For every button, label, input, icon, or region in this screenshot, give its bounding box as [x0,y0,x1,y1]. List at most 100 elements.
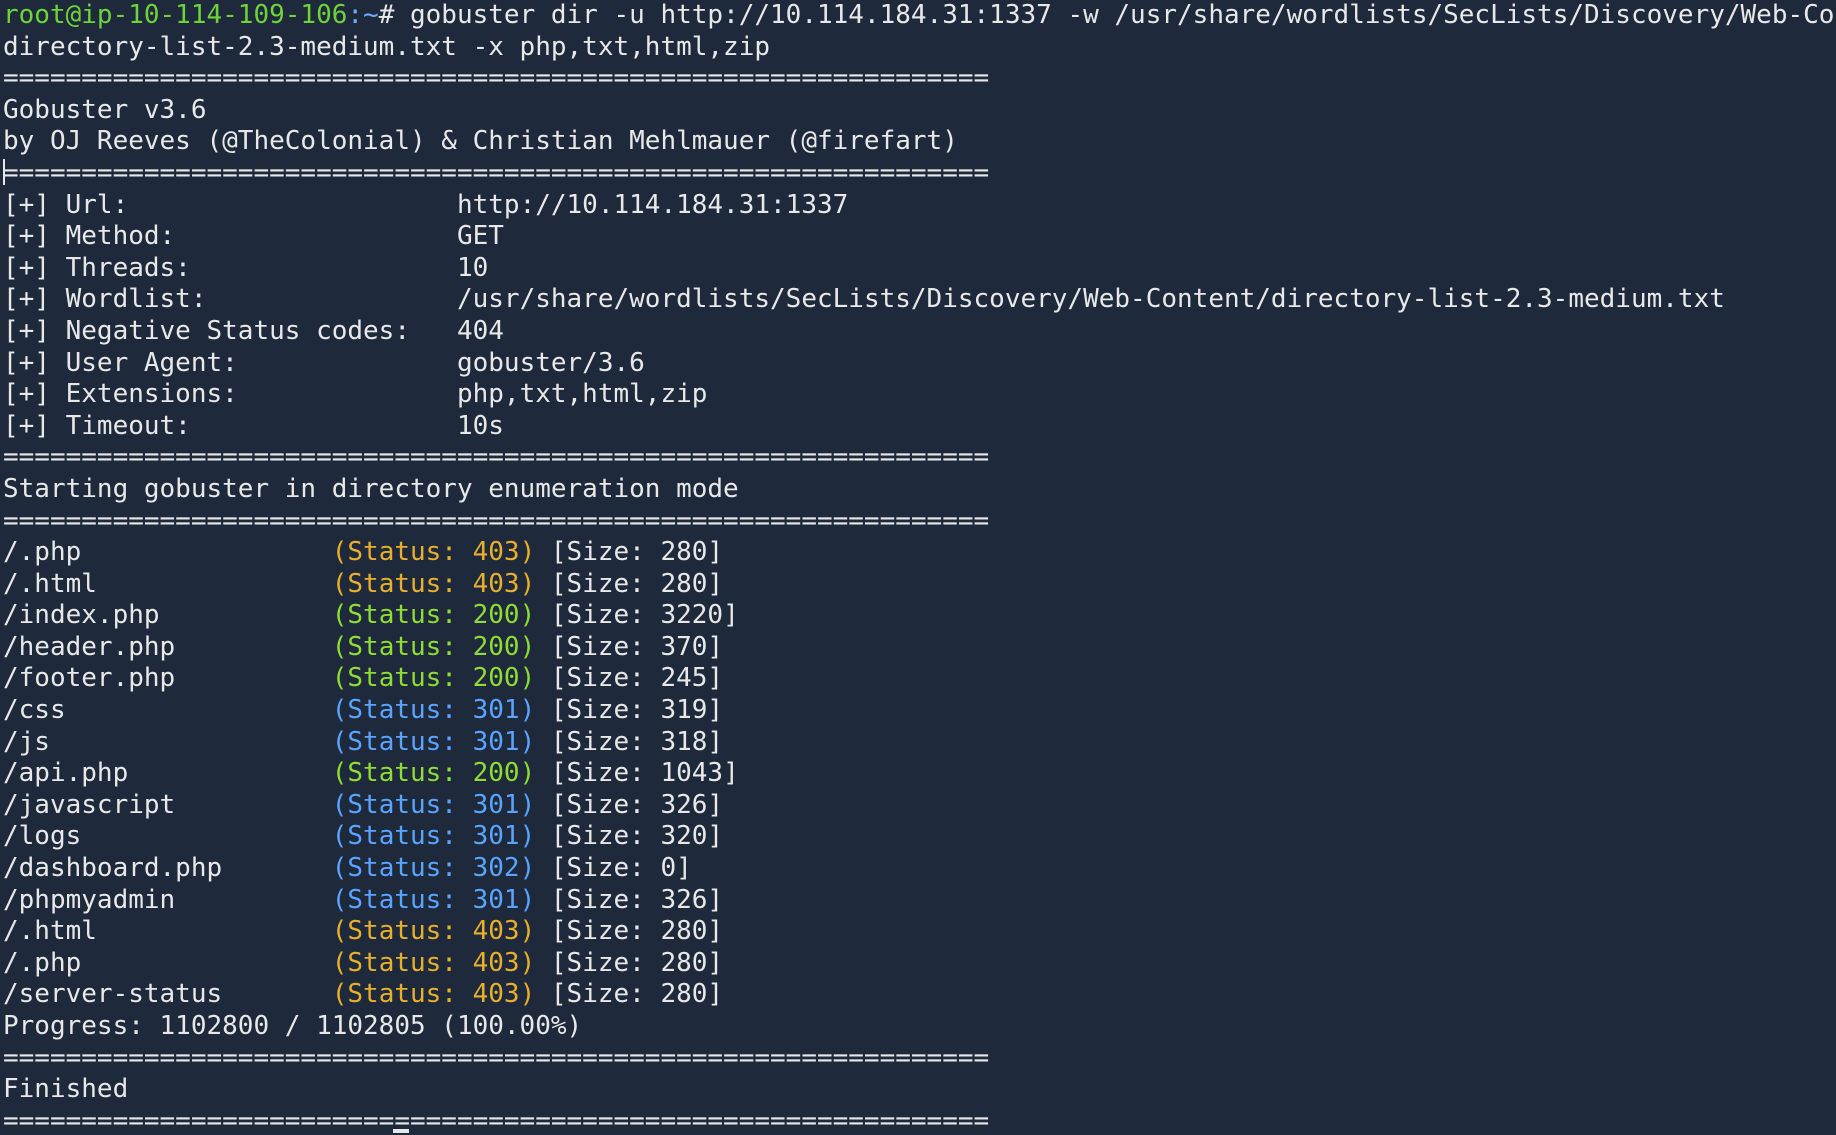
result-status: (Status: 301) [331,789,536,820]
config-value: 10s [456,410,504,441]
result-size: [Size: 326] [535,884,724,915]
config-key: [+] Threads: [3,252,457,283]
command-line: root@ip-10-114-109-106:~# gobuster dir -… [3,0,1836,32]
result-path: /api.php [3,758,332,789]
result-path: /.php [3,947,332,978]
result-status: (Status: 200) [331,631,536,662]
result-status: (Status: 200) [331,663,536,694]
config-row: [+] Method: GET [3,221,1836,253]
separator: ========================================… [3,1105,990,1135]
result-size: [Size: 280] [535,947,724,978]
result-path: /css [3,695,332,726]
result-size: [Size: 318] [535,726,724,757]
finished-message: Finished [3,1074,129,1105]
result-row: /server-status (Status: 403) [Size: 280] [3,979,1836,1011]
result-size: [Size: 280] [535,568,724,599]
progress-line: Progress: 1102800 / 1102805 (100.00%) [3,1011,583,1041]
separator: ========================================… [3,63,990,94]
result-path: /.php [3,537,332,568]
result-row: /api.php (Status: 200) [Size: 1043] [3,758,1836,790]
result-path: /.html [3,568,332,599]
result-status: (Status: 403) [331,537,536,568]
result-status: (Status: 301) [331,884,536,915]
banner-version: Gobuster v3.6 [3,94,207,125]
results-list: /.php (Status: 403) [Size: 280]/.html (S… [3,537,1836,1011]
config-row: [+] Negative Status codes: 404 [3,316,1836,348]
result-path: /logs [3,821,332,852]
result-row: /css (Status: 301) [Size: 319] [3,695,1836,727]
config-block: [+] Url: http://10.114.184.31:1337 [+] Me… [3,190,1836,443]
config-value: GET [456,221,504,252]
prompt-user-host: root@ip-10-114-109-106 [3,0,348,30]
result-size: [Size: 280] [535,916,724,947]
result-status: (Status: 302) [331,853,536,884]
result-path: /.html [3,916,332,947]
banner-authors: by OJ Reeves (@TheColonial) & Christian … [3,126,958,157]
result-path: /header.php [3,631,332,662]
result-row: /.php (Status: 403) [Size: 280] [3,537,1836,569]
command-line-wrap: directory-list-2.3-medium.txt -x php,txt… [3,31,771,62]
config-value: gobuster/3.6 [456,347,645,378]
result-path: /javascript [3,789,332,820]
result-row: /header.php (Status: 200) [Size: 370] [3,632,1836,664]
result-size: [Size: 245] [535,663,724,694]
config-value: /usr/share/wordlists/SecLists/Discovery/… [456,284,1725,315]
separator: ========================================… [3,505,990,536]
result-size: [Size: 320] [535,821,724,852]
result-path: /js [3,726,332,757]
config-value: http://10.114.184.31:1337 [456,189,849,220]
result-status: (Status: 301) [331,695,536,726]
result-size: [Size: 326] [535,789,724,820]
config-row: [+] Extensions: php,txt,html,zip [3,379,1836,411]
separator: ========================================… [3,158,1836,190]
result-size: [Size: 370] [535,631,724,662]
prompt-symbol: # [378,0,410,30]
result-row: /dashboard.php (Status: 302) [Size: 0] [3,853,1836,885]
result-row: /js (Status: 301) [Size: 318] [3,727,1836,759]
config-key: [+] Method: [3,221,457,252]
result-status: (Status: 200) [331,758,536,789]
result-status: (Status: 403) [331,568,536,599]
result-status: (Status: 403) [331,979,536,1010]
config-value: php,txt,html,zip [456,379,708,410]
result-path: /dashboard.php [3,853,332,884]
result-status: (Status: 403) [331,947,536,978]
result-row: /logs (Status: 301) [Size: 320] [3,821,1836,853]
config-row: [+] Wordlist: /usr/share/wordlists/SecLi… [3,284,1836,316]
command-text: gobuster dir -u http://10.114.184.31:133… [410,0,1836,30]
block-cursor [393,1129,409,1133]
result-status: (Status: 301) [331,821,536,852]
result-size: [Size: 280] [535,537,724,568]
config-value: 404 [456,315,504,346]
config-key: [+] User Agent: [3,347,457,378]
separator-text: ========================================… [3,157,990,188]
result-row: /javascript (Status: 301) [Size: 326] [3,790,1836,822]
start-message: Starting gobuster in directory enumerati… [3,473,739,504]
result-size: [Size: 280] [535,979,724,1010]
prompt-path: :~ [347,0,379,30]
config-row: [+] Threads: 10 [3,253,1836,285]
result-row: /footer.php (Status: 200) [Size: 245] [3,663,1836,695]
config-row: [+] Url: http://10.114.184.31:1337 [3,190,1836,222]
result-row: /.html (Status: 403) [Size: 280] [3,569,1836,601]
result-path: /server-status [3,979,332,1010]
config-key: [+] Timeout: [3,410,457,441]
result-status: (Status: 403) [331,916,536,947]
result-size: [Size: 3220] [535,600,739,631]
result-path: /footer.php [3,663,332,694]
config-key: [+] Url: [3,189,457,220]
config-key: [+] Negative Status codes: [3,315,457,346]
config-key: [+] Wordlist: [3,284,457,315]
config-key: [+] Extensions: [3,379,457,410]
result-size: [Size: 1043] [535,758,739,789]
result-row: /.php (Status: 403) [Size: 280] [3,948,1836,980]
result-path: /index.php [3,600,332,631]
separator: ========================================… [3,1042,990,1073]
terminal-window[interactable]: root@ip-10-114-109-106:~# gobuster dir -… [0,0,1836,1135]
separator: ========================================… [3,442,990,473]
config-row: [+] User Agent: gobuster/3.6 [3,348,1836,380]
result-size: [Size: 319] [535,695,724,726]
result-status: (Status: 200) [331,600,536,631]
config-row: [+] Timeout: 10s [3,411,1836,443]
config-value: 10 [456,252,489,283]
